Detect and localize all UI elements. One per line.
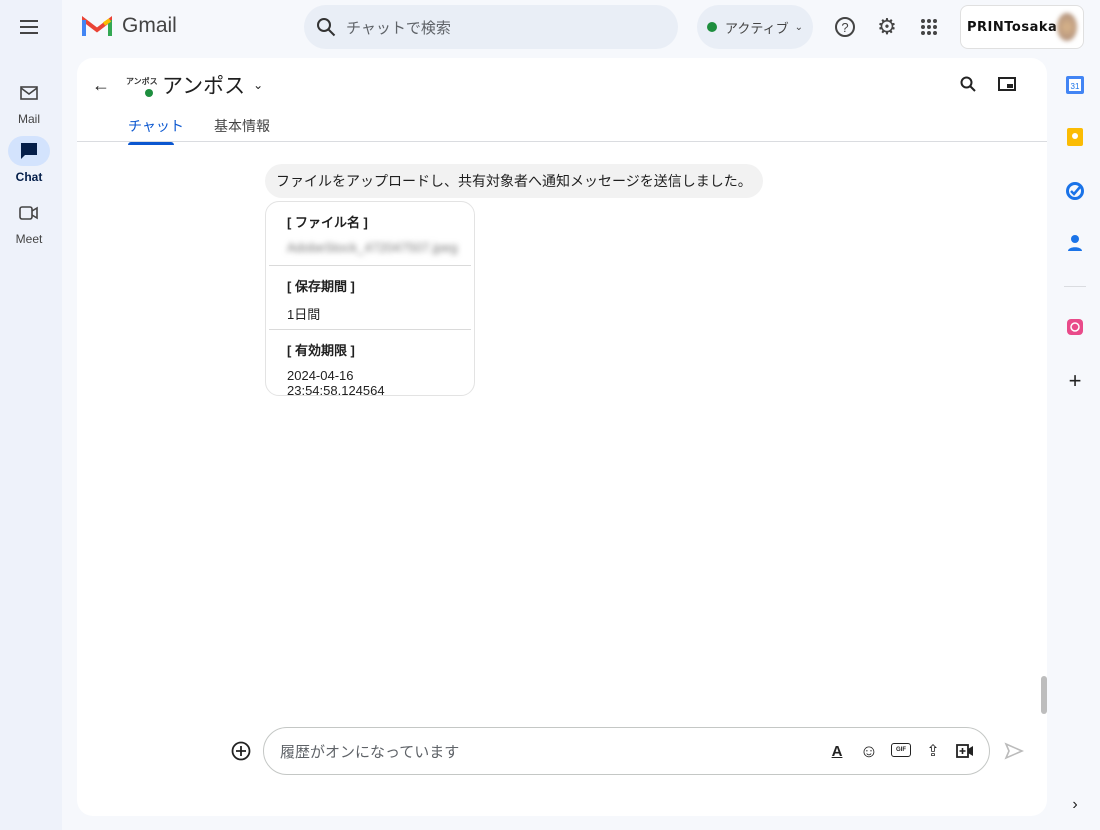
addon-icon[interactable] xyxy=(1060,312,1090,342)
chat-title-dropdown[interactable]: アンポス ⌄ xyxy=(162,70,263,100)
tasks-icon[interactable] xyxy=(1060,176,1090,206)
send-icon[interactable] xyxy=(1002,740,1026,762)
back-arrow-icon[interactable]: ← xyxy=(88,72,114,98)
rail-item-meet[interactable]: Meet xyxy=(0,198,58,246)
rail-label: Chat xyxy=(15,170,43,184)
add-addon-icon[interactable]: + xyxy=(1060,366,1090,396)
divider xyxy=(1064,286,1086,287)
rail-item-chat[interactable]: Chat xyxy=(0,136,58,184)
tab-indicator xyxy=(128,142,174,145)
system-message: ファイルをアップロードし、共有対象者へ通知メッセージを送信しました。 xyxy=(265,164,763,198)
rail-label: Meet xyxy=(15,232,43,246)
apps-grid-icon[interactable] xyxy=(915,13,943,41)
pop-out-icon[interactable] xyxy=(994,72,1020,96)
gmail-logo[interactable]: Gmail xyxy=(82,14,177,38)
search-icon xyxy=(317,18,336,37)
add-circle-icon[interactable] xyxy=(230,740,252,762)
chat-title: アンポス xyxy=(162,75,246,98)
chat-search[interactable]: チャットで検索 xyxy=(304,5,678,49)
chat-avatar-text: アンポス xyxy=(126,77,158,86)
card-section-filename: [ ファイル名 ] AdobeStock_472047507.jpeg xyxy=(269,202,471,266)
field-label: [ 有効期限 ] xyxy=(287,343,355,358)
gmail-m-icon xyxy=(82,15,112,36)
app-title: Gmail xyxy=(122,14,177,37)
account-switcher[interactable]: PRINTosaka xyxy=(960,5,1084,49)
divider xyxy=(77,141,1047,142)
field-label: [ 保存期間 ] xyxy=(287,279,355,294)
rail-item-mail[interactable]: Mail xyxy=(0,78,58,126)
chat-icon xyxy=(8,136,50,166)
status-dot xyxy=(707,22,717,32)
account-brand-logo: PRINTosaka xyxy=(967,19,1058,35)
svg-text:31: 31 xyxy=(1071,82,1080,91)
search-icon[interactable] xyxy=(956,72,980,96)
mail-icon xyxy=(8,78,50,108)
chevron-right-icon[interactable]: › xyxy=(1060,790,1090,820)
field-value: 2024-04-16 23:54:58.124564 xyxy=(287,368,385,398)
search-placeholder: チャットで検索 xyxy=(346,19,451,37)
avatar xyxy=(1057,13,1077,41)
settings-gear-icon[interactable]: ⚙ xyxy=(873,13,901,41)
chevron-down-icon: ⌄ xyxy=(794,21,803,33)
file-info-card: [ ファイル名 ] AdobeStock_472047507.jpeg [ 保存期… xyxy=(265,201,475,398)
message-text: ファイルをアップロードし、共有対象者へ通知メッセージを送信しました。 xyxy=(276,173,752,189)
menu-icon[interactable] xyxy=(14,12,44,42)
message-input[interactable]: 履歴がオンになっています A ☺ GIF ⇪ xyxy=(263,727,990,775)
contacts-icon[interactable] xyxy=(1060,228,1090,258)
calendar-icon[interactable]: 31 xyxy=(1060,70,1090,100)
svg-text:?: ? xyxy=(841,20,848,35)
chat-avatar: アンポス xyxy=(126,76,158,97)
help-icon[interactable]: ? xyxy=(831,13,859,41)
rail-label: Mail xyxy=(17,112,40,126)
gif-icon[interactable]: GIF xyxy=(891,742,911,757)
card-section-expiry: [ 有効期限 ] 2024-04-16 23:54:58.124564 xyxy=(269,330,471,398)
keep-icon[interactable] xyxy=(1060,122,1090,152)
add-video-meeting-icon[interactable] xyxy=(955,741,975,762)
emoji-icon[interactable]: ☺ xyxy=(859,741,879,762)
status-dropdown[interactable]: アクティブ ⌄ xyxy=(697,5,813,49)
scrollbar-thumb[interactable] xyxy=(1041,676,1047,714)
format-text-icon[interactable]: A xyxy=(827,741,847,762)
field-label: [ ファイル名 ] xyxy=(287,215,368,230)
tab-label: 基本情報 xyxy=(214,118,270,134)
field-value: 1日間 xyxy=(287,307,321,322)
tab-info[interactable]: 基本情報 xyxy=(214,116,270,136)
tab-label: チャット xyxy=(128,118,184,134)
status-label: アクティブ xyxy=(725,20,789,36)
video-icon xyxy=(8,198,50,228)
field-value: AdobeStock_472047507.jpeg xyxy=(287,240,458,255)
upload-icon[interactable]: ⇪ xyxy=(923,741,943,762)
card-section-retention: [ 保存期間 ] 1日間 xyxy=(269,266,471,330)
message-placeholder: 履歴がオンになっています xyxy=(280,743,460,761)
chevron-down-icon: ⌄ xyxy=(253,78,264,92)
online-dot xyxy=(145,89,153,97)
